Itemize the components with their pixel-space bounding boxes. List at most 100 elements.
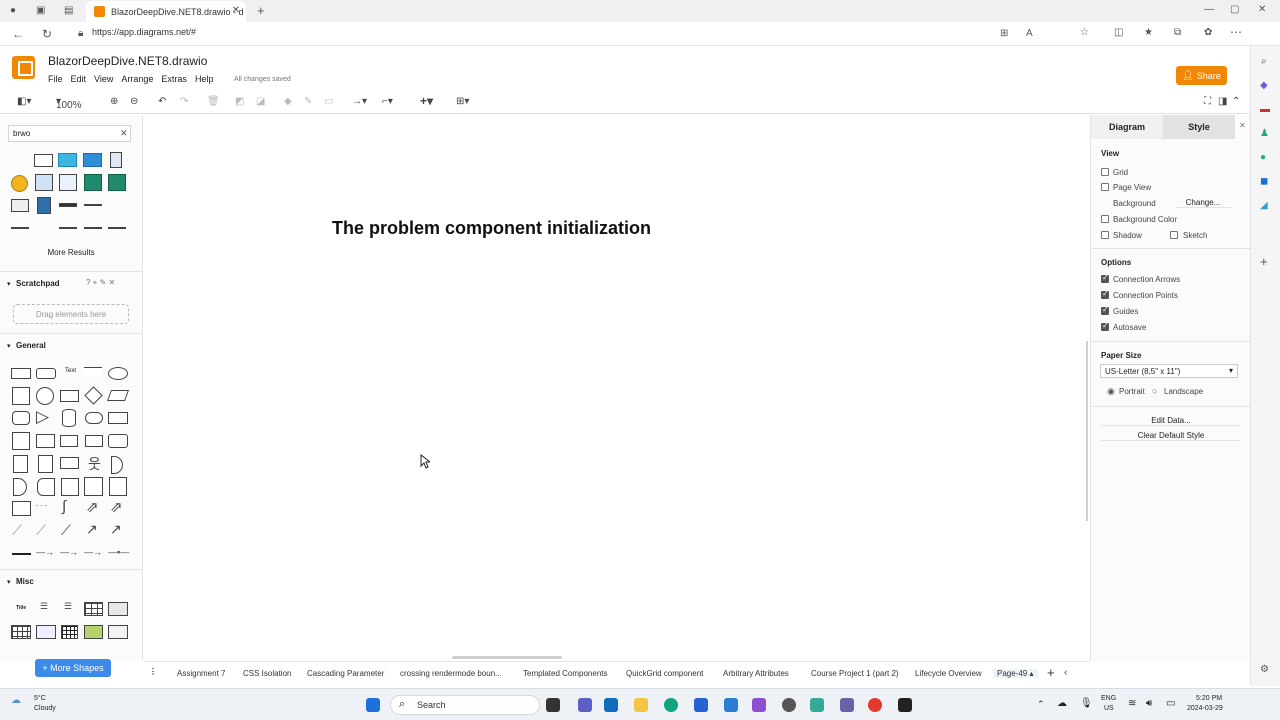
teams-icon[interactable]: [578, 698, 592, 712]
autosave-checkbox[interactable]: [1101, 321, 1109, 331]
colored-table-shape[interactable]: [84, 625, 103, 639]
store-icon[interactable]: [694, 698, 708, 712]
new-tab-icon[interactable]: +: [257, 3, 265, 18]
diamond-shape[interactable]: [84, 386, 103, 405]
page-tab[interactable]: crossing rendermode boun...: [400, 669, 502, 678]
callout-shape[interactable]: [60, 457, 79, 469]
bullet-list-shape[interactable]: ☰: [40, 601, 48, 612]
pages-menu-icon[interactable]: ⋮: [149, 667, 157, 676]
result-shape[interactable]: [84, 174, 102, 191]
bidirectional-arrow-shape[interactable]: ⇗: [86, 498, 99, 516]
cloud-icon[interactable]: ☁: [1057, 698, 1067, 709]
toolbox-icon[interactable]: ▬: [1260, 104, 1270, 115]
menu-extras[interactable]: Extras: [161, 74, 187, 84]
page-tab[interactable]: CSS Isolation: [243, 669, 291, 678]
document-shape[interactable]: [108, 412, 128, 424]
url-field[interactable]: https://app.diagrams.net/#: [92, 27, 196, 37]
clear-search-icon[interactable]: ✕: [120, 128, 128, 139]
grid-checkbox[interactable]: [1101, 168, 1109, 176]
volume-icon[interactable]: 🔊︎: [1146, 698, 1152, 709]
menu-arrange[interactable]: Arrange: [121, 74, 153, 84]
bidirectional-connector-shape[interactable]: ↗: [86, 521, 98, 538]
chevron-down-icon[interactable]: ▾: [7, 342, 11, 350]
page-tab[interactable]: QuickGrid component: [626, 669, 703, 678]
more-shapes-button[interactable]: + More Shapes: [35, 659, 111, 677]
tag-icon[interactable]: ◆: [1260, 80, 1268, 91]
games-icon[interactable]: ♟: [1260, 128, 1269, 139]
step-shape[interactable]: [60, 435, 78, 447]
scratchpad-dropzone[interactable]: Drag elements here: [13, 304, 129, 324]
shadow-checkbox[interactable]: [1101, 231, 1109, 239]
square-shape[interactable]: [12, 387, 30, 405]
tape-shape[interactable]: [108, 434, 128, 448]
card-shape[interactable]: [38, 455, 53, 473]
wifi-icon[interactable]: ≋: [1128, 698, 1136, 709]
result-shape[interactable]: [11, 175, 28, 192]
scratchpad-help-icon[interactable]: ? + ✎ ✕: [86, 278, 115, 287]
stored-data-shape[interactable]: [37, 478, 55, 496]
result-shape[interactable]: [59, 174, 77, 191]
collections-icon[interactable]: ⧉: [1174, 27, 1181, 38]
teams-work-icon[interactable]: [840, 698, 854, 712]
taskbar-search[interactable]: Search: [390, 695, 540, 715]
numbered-list-shape[interactable]: ☰: [64, 601, 72, 612]
read-aloud-icon[interactable]: A: [1026, 28, 1033, 39]
redo-icon[interactable]: ↷: [180, 96, 188, 107]
zoom-in-icon[interactable]: ⊕: [110, 96, 118, 107]
menu-edit[interactable]: Edit: [71, 74, 87, 84]
language-2[interactable]: US: [1104, 705, 1114, 712]
diagram-canvas[interactable]: The problem component initialization: [144, 115, 1088, 661]
chevron-down-icon[interactable]: ▾: [7, 578, 11, 586]
canvas-title-text[interactable]: The problem component initialization: [332, 218, 651, 239]
cloud-shape[interactable]: [85, 412, 103, 424]
fill-color-icon[interactable]: ◆: [284, 96, 292, 107]
process-shape[interactable]: [60, 390, 79, 402]
tab-actions-icon[interactable]: ▤: [64, 5, 73, 16]
start-icon[interactable]: [366, 698, 380, 712]
parallelogram-shape[interactable]: [106, 390, 130, 401]
favorite-icon[interactable]: ☆: [1080, 27, 1089, 38]
more-menu-icon[interactable]: ⋯: [1230, 25, 1242, 39]
arrow-shape[interactable]: ⇗: [110, 498, 123, 516]
table-icon[interactable]: ⊞▾: [456, 96, 469, 107]
to-front-icon[interactable]: ◩: [235, 96, 244, 107]
zoom-dropdown[interactable]: 100% ▾: [56, 96, 82, 111]
line-shape[interactable]: ⟋: [61, 522, 71, 539]
search-icon[interactable]: ⌕: [1261, 56, 1267, 67]
link-shape[interactable]: [12, 553, 31, 555]
light-table-shape[interactable]: [108, 625, 128, 639]
scratchpad-header[interactable]: Scratchpad: [16, 279, 60, 288]
connector-label-shape[interactable]: —→: [60, 547, 78, 557]
m365-icon[interactable]: ●: [1260, 152, 1266, 163]
delete-icon[interactable]: 🗑︎: [207, 96, 220, 107]
page-tab[interactable]: Lifecycle Overview: [915, 669, 982, 678]
edit-data-button[interactable]: Edit Data...: [1101, 416, 1241, 426]
share-button[interactable]: 👤︎ Share: [1176, 66, 1227, 85]
connector-2-label-shape[interactable]: —→: [84, 547, 102, 557]
refresh-icon[interactable]: ↻: [42, 27, 52, 41]
menu-view[interactable]: View: [94, 74, 113, 84]
connection-points-checkbox[interactable]: [1101, 289, 1109, 299]
table-header-shape[interactable]: [108, 602, 128, 616]
circle-shape[interactable]: [36, 387, 54, 405]
result-shape[interactable]: [37, 197, 51, 214]
result-shape[interactable]: [84, 227, 102, 229]
waypoints-icon[interactable]: ⌐▾: [382, 96, 393, 107]
task-view-icon[interactable]: [546, 698, 560, 712]
menu-file[interactable]: File: [48, 74, 63, 84]
page-tab[interactable]: Arbitrary Attributes: [723, 669, 789, 678]
result-shape[interactable]: [110, 152, 122, 168]
shadow-icon[interactable]: ▭: [324, 96, 333, 107]
result-shape[interactable]: [58, 153, 77, 167]
title-shape[interactable]: Title: [16, 605, 26, 611]
close-tab-icon[interactable]: ✕: [232, 5, 240, 16]
general-header[interactable]: General: [16, 341, 46, 350]
battery-icon[interactable]: ▭: [1166, 698, 1175, 709]
weather-temp[interactable]: 5°C: [34, 695, 46, 702]
delay-shape[interactable]: [13, 478, 27, 496]
split-screen-icon[interactable]: ◫: [1114, 27, 1123, 38]
clock-time[interactable]: 5:20 PM: [1196, 695, 1222, 702]
rectangle-shape[interactable]: [11, 368, 31, 379]
outlook-icon[interactable]: ◼: [1260, 176, 1268, 187]
add-sidebar-app-icon[interactable]: +: [1260, 254, 1268, 269]
